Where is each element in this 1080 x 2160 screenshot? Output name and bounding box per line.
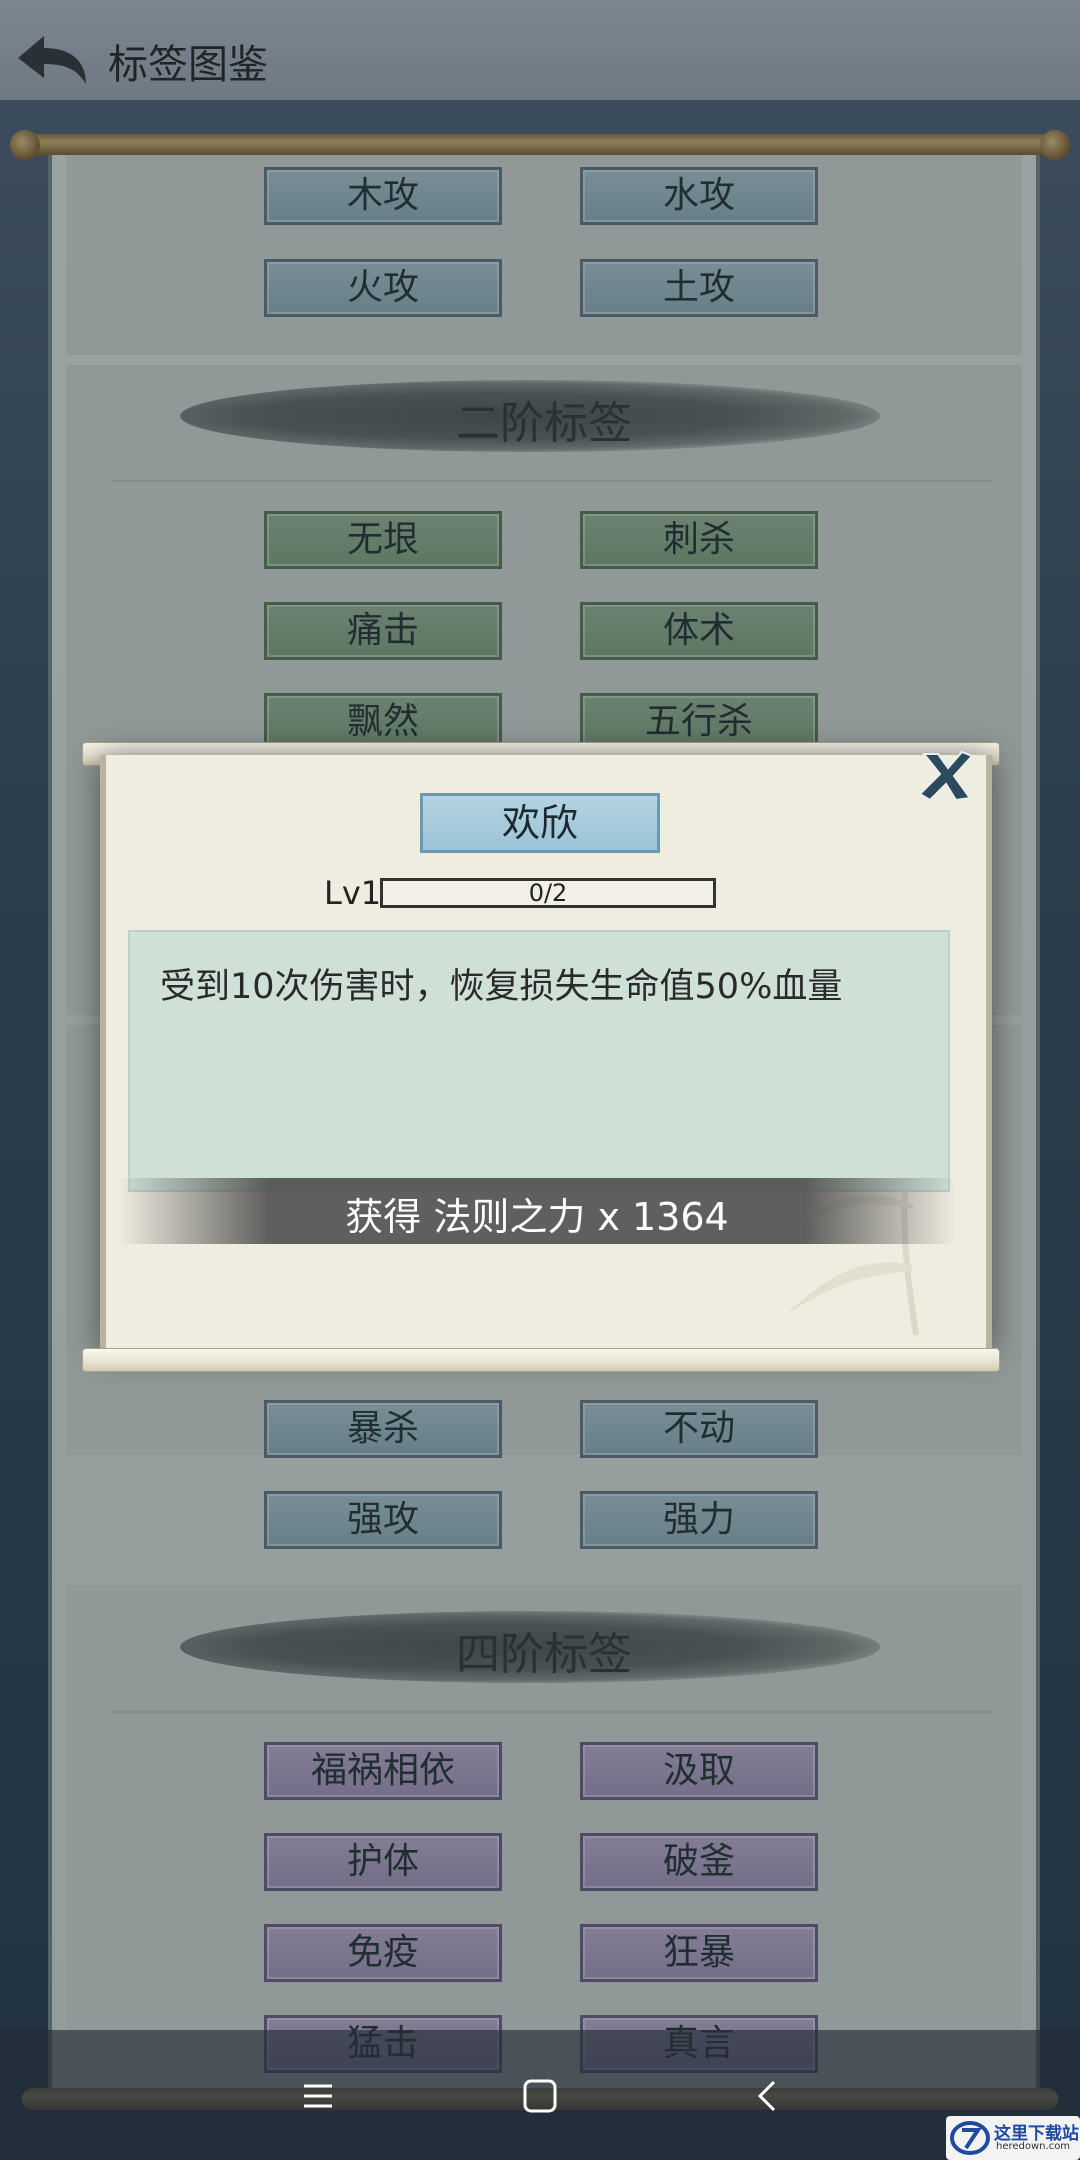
close-x-icon[interactable] — [918, 750, 974, 802]
site-watermark: 这里下载站 heredown.com — [946, 2116, 1080, 2160]
menu-lines-icon[interactable] — [298, 2076, 338, 2116]
level-progress-bar: 0/2 — [380, 878, 716, 908]
reward-text: 获得 法则之力 x 1364 — [345, 1195, 729, 1239]
progress-text: 0/2 — [528, 879, 568, 907]
level-label: Lv1 — [324, 874, 382, 912]
popup-tag-name: 欢欣 — [420, 793, 660, 853]
watermark-subtitle: heredown.com — [996, 2141, 1071, 2152]
home-square-icon[interactable] — [520, 2076, 560, 2116]
popup-rod-bottom — [82, 1348, 1000, 1372]
tag-description: 受到10次伤害时，恢复损失生命值50%血量 — [160, 967, 843, 1007]
chevron-left-icon[interactable] — [748, 2076, 788, 2116]
site-logo-icon — [950, 2120, 990, 2156]
